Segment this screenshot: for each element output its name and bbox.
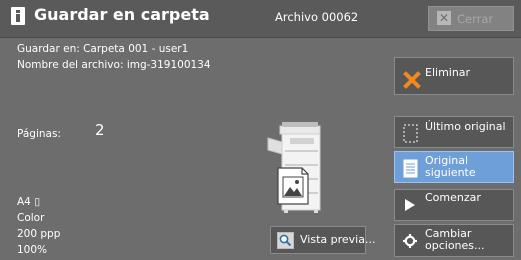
dotted-page-icon bbox=[403, 124, 418, 143]
play-icon bbox=[405, 199, 415, 211]
close-button[interactable]: ✕ Cerrar bbox=[428, 6, 514, 31]
close-icon: ✕ bbox=[437, 11, 451, 25]
color-mode-text: Color bbox=[17, 212, 45, 224]
x-icon bbox=[403, 71, 421, 89]
delete-button[interactable]: Eliminar bbox=[394, 57, 514, 95]
delete-button-label: Eliminar bbox=[425, 66, 471, 79]
page-title: Guardar en carpeta bbox=[34, 5, 210, 24]
next-original-button[interactable]: Original siguiente bbox=[394, 151, 514, 183]
resolution-text: 200 ppp bbox=[17, 228, 61, 240]
scale-text: 100% bbox=[17, 244, 48, 256]
change-options-button[interactable]: Cambiar opciones... bbox=[394, 224, 514, 257]
info-icon bbox=[11, 7, 25, 25]
paper-size-text: A4 ▯ bbox=[17, 196, 40, 208]
close-button-label: Cerrar bbox=[457, 12, 494, 26]
change-options-label: Cambiar opciones... bbox=[425, 227, 485, 252]
filename-text: Nombre del archivo: img-319100134 bbox=[17, 59, 211, 71]
magnifier-icon bbox=[277, 232, 294, 249]
document-icon bbox=[403, 159, 418, 178]
save-to-folder-screen: Guardar en carpeta Archivo 00062 ✕ Cerra… bbox=[0, 0, 521, 260]
start-button-label: Comenzar bbox=[425, 191, 481, 204]
next-original-label: Original siguiente bbox=[425, 154, 476, 179]
header-bar: Guardar en carpeta Archivo 00062 ✕ Cerra… bbox=[0, 0, 521, 38]
preview-button[interactable]: Vista previa... bbox=[270, 226, 375, 254]
archive-number: Archivo 00062 bbox=[275, 10, 359, 24]
gear-icon bbox=[403, 234, 417, 248]
last-original-label: Último original bbox=[425, 120, 506, 133]
start-button[interactable]: Comenzar bbox=[394, 189, 514, 221]
last-original-button[interactable]: Último original bbox=[394, 116, 514, 148]
pages-label: Páginas: bbox=[17, 128, 61, 140]
preview-button-label: Vista previa... bbox=[300, 233, 376, 246]
pages-value: 2 bbox=[95, 121, 105, 139]
save-location-text: Guardar en: Carpeta 001 - user1 bbox=[17, 43, 189, 55]
copier-machine-illustration bbox=[267, 122, 321, 213]
